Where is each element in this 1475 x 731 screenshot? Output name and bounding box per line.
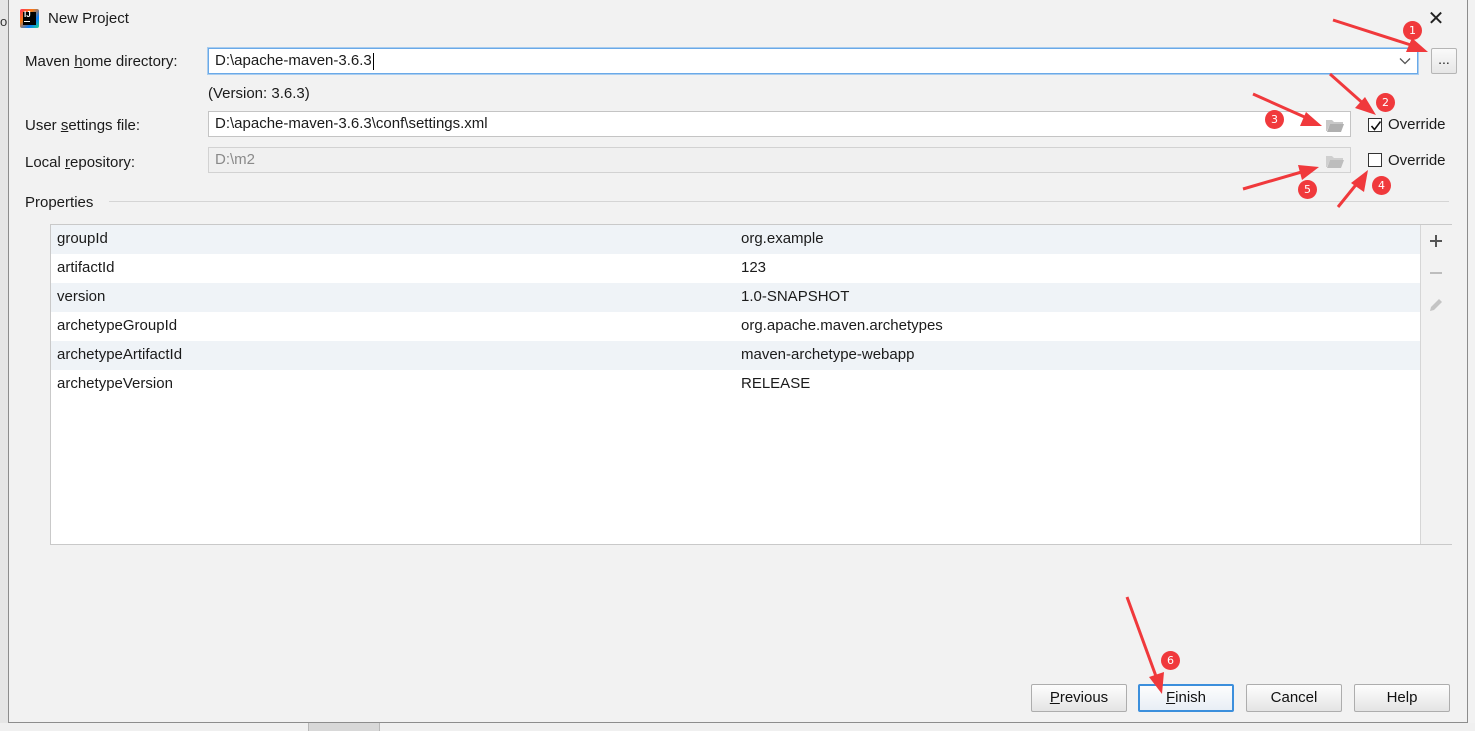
annotation-arrows [1125, 18, 1428, 694]
annotation-badge-2: 2 [1376, 93, 1395, 112]
annotation-badge-1: 1 [1403, 21, 1422, 40]
annotation-badge-5: 5 [1298, 180, 1317, 199]
annotation-badge-6: 6 [1161, 651, 1180, 670]
annotation-badge-4: 4 [1372, 176, 1391, 195]
annotation-badge-3: 3 [1265, 110, 1284, 129]
